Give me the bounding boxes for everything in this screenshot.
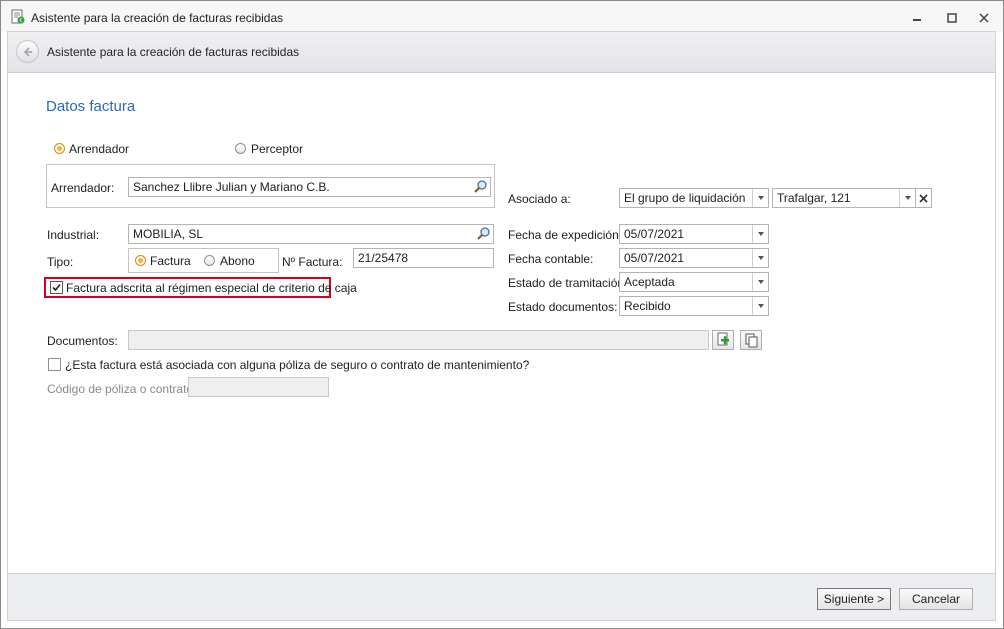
numero-factura-field[interactable]: 21/25478 xyxy=(353,248,494,268)
asociado-type-select[interactable]: El grupo de liquidación xyxy=(619,188,769,208)
radio-abono[interactable] xyxy=(204,255,215,266)
next-button[interactable]: Siguiente > xyxy=(817,588,891,610)
tipo-label: Tipo: xyxy=(47,255,74,269)
window-title: Asistente para la creación de facturas r… xyxy=(31,11,284,25)
radio-abono-label: Abono xyxy=(220,254,255,268)
content-area xyxy=(7,73,996,573)
fecha-contable-label: Fecha contable: xyxy=(508,252,594,266)
copy-document-icon[interactable] xyxy=(740,330,762,350)
svg-text:€: € xyxy=(19,18,22,24)
industrial-field[interactable]: MOBILIA, SL xyxy=(128,224,494,244)
asociado-target-select[interactable]: Trafalgar, 121 xyxy=(772,188,916,208)
header-title: Asistente para la creación de facturas r… xyxy=(47,45,300,59)
app-invoice-icon: € xyxy=(10,9,26,25)
fecha-expedicion-field[interactable]: 05/07/2021 xyxy=(619,224,769,244)
arrendador-search-icon[interactable] xyxy=(473,178,490,196)
codigo-poliza-field[interactable] xyxy=(188,377,329,397)
estado-documentos-select[interactable]: Recibido xyxy=(619,296,769,316)
title-bar: € Asistente para la creación de facturas… xyxy=(1,1,1003,32)
asociado-type-dropdown-icon[interactable] xyxy=(752,189,769,207)
add-document-icon[interactable] xyxy=(712,330,734,350)
codigo-poliza-label: Código de póliza o contrato: xyxy=(47,382,197,396)
numero-factura-label: Nº Factura: xyxy=(282,255,343,269)
poliza-checkbox[interactable] xyxy=(48,358,61,371)
cancel-button[interactable]: Cancelar xyxy=(899,588,973,610)
criterio-caja-checkbox[interactable] xyxy=(50,281,63,294)
industrial-label: Industrial: xyxy=(47,228,100,242)
estado-documentos-value: Recibido xyxy=(624,299,671,313)
section-title: Datos factura xyxy=(46,98,136,115)
estado-tramitacion-value: Aceptada xyxy=(624,275,675,289)
radio-perceptor-label: Perceptor xyxy=(251,142,304,156)
fecha-contable-dropdown-icon[interactable] xyxy=(752,249,769,267)
criterio-caja-label: Factura adscrita al régimen especial de … xyxy=(66,281,357,295)
arrendador-label: Arrendador: xyxy=(51,181,115,195)
maximize-icon[interactable] xyxy=(939,7,965,29)
fecha-expedicion-value: 05/07/2021 xyxy=(624,227,685,241)
radio-factura[interactable] xyxy=(135,255,146,266)
poliza-checkbox-label: ¿Esta factura está asociada con alguna p… xyxy=(65,358,530,372)
estado-documentos-dropdown-icon[interactable] xyxy=(752,297,769,315)
close-icon[interactable] xyxy=(971,7,997,29)
fecha-contable-value: 05/07/2021 xyxy=(624,251,685,265)
wizard-header: Asistente para la creación de facturas r… xyxy=(7,31,996,73)
radio-arrendador[interactable] xyxy=(54,143,65,154)
documentos-field[interactable] xyxy=(128,330,709,350)
estado-tramitacion-label: Estado de tramitación: xyxy=(508,276,628,290)
back-arrow-icon[interactable] xyxy=(16,40,39,63)
fecha-expedicion-dropdown-icon[interactable] xyxy=(752,225,769,243)
estado-documentos-label: Estado documentos: xyxy=(508,300,618,314)
documentos-label: Documentos: xyxy=(47,334,118,348)
asociado-target-value: Trafalgar, 121 xyxy=(777,191,851,205)
industrial-search-icon[interactable] xyxy=(476,225,493,243)
estado-tramitacion-select[interactable]: Aceptada xyxy=(619,272,769,292)
radio-perceptor[interactable] xyxy=(235,143,246,154)
fecha-contable-field[interactable]: 05/07/2021 xyxy=(619,248,769,268)
asociado-label: Asociado a: xyxy=(508,192,571,206)
asociado-type-value: El grupo de liquidación xyxy=(624,191,746,205)
radio-factura-label: Factura xyxy=(150,254,191,268)
arrendador-field[interactable]: Sanchez Llibre Julian y Mariano C.B. xyxy=(128,177,491,197)
estado-tramitacion-dropdown-icon[interactable] xyxy=(752,273,769,291)
fecha-expedicion-label: Fecha de expedición: xyxy=(508,228,623,242)
minimize-icon[interactable] xyxy=(904,7,930,29)
radio-arrendador-label: Arrendador xyxy=(69,142,130,156)
clear-icon[interactable] xyxy=(916,188,932,208)
asociado-target-dropdown-icon[interactable] xyxy=(899,189,916,207)
